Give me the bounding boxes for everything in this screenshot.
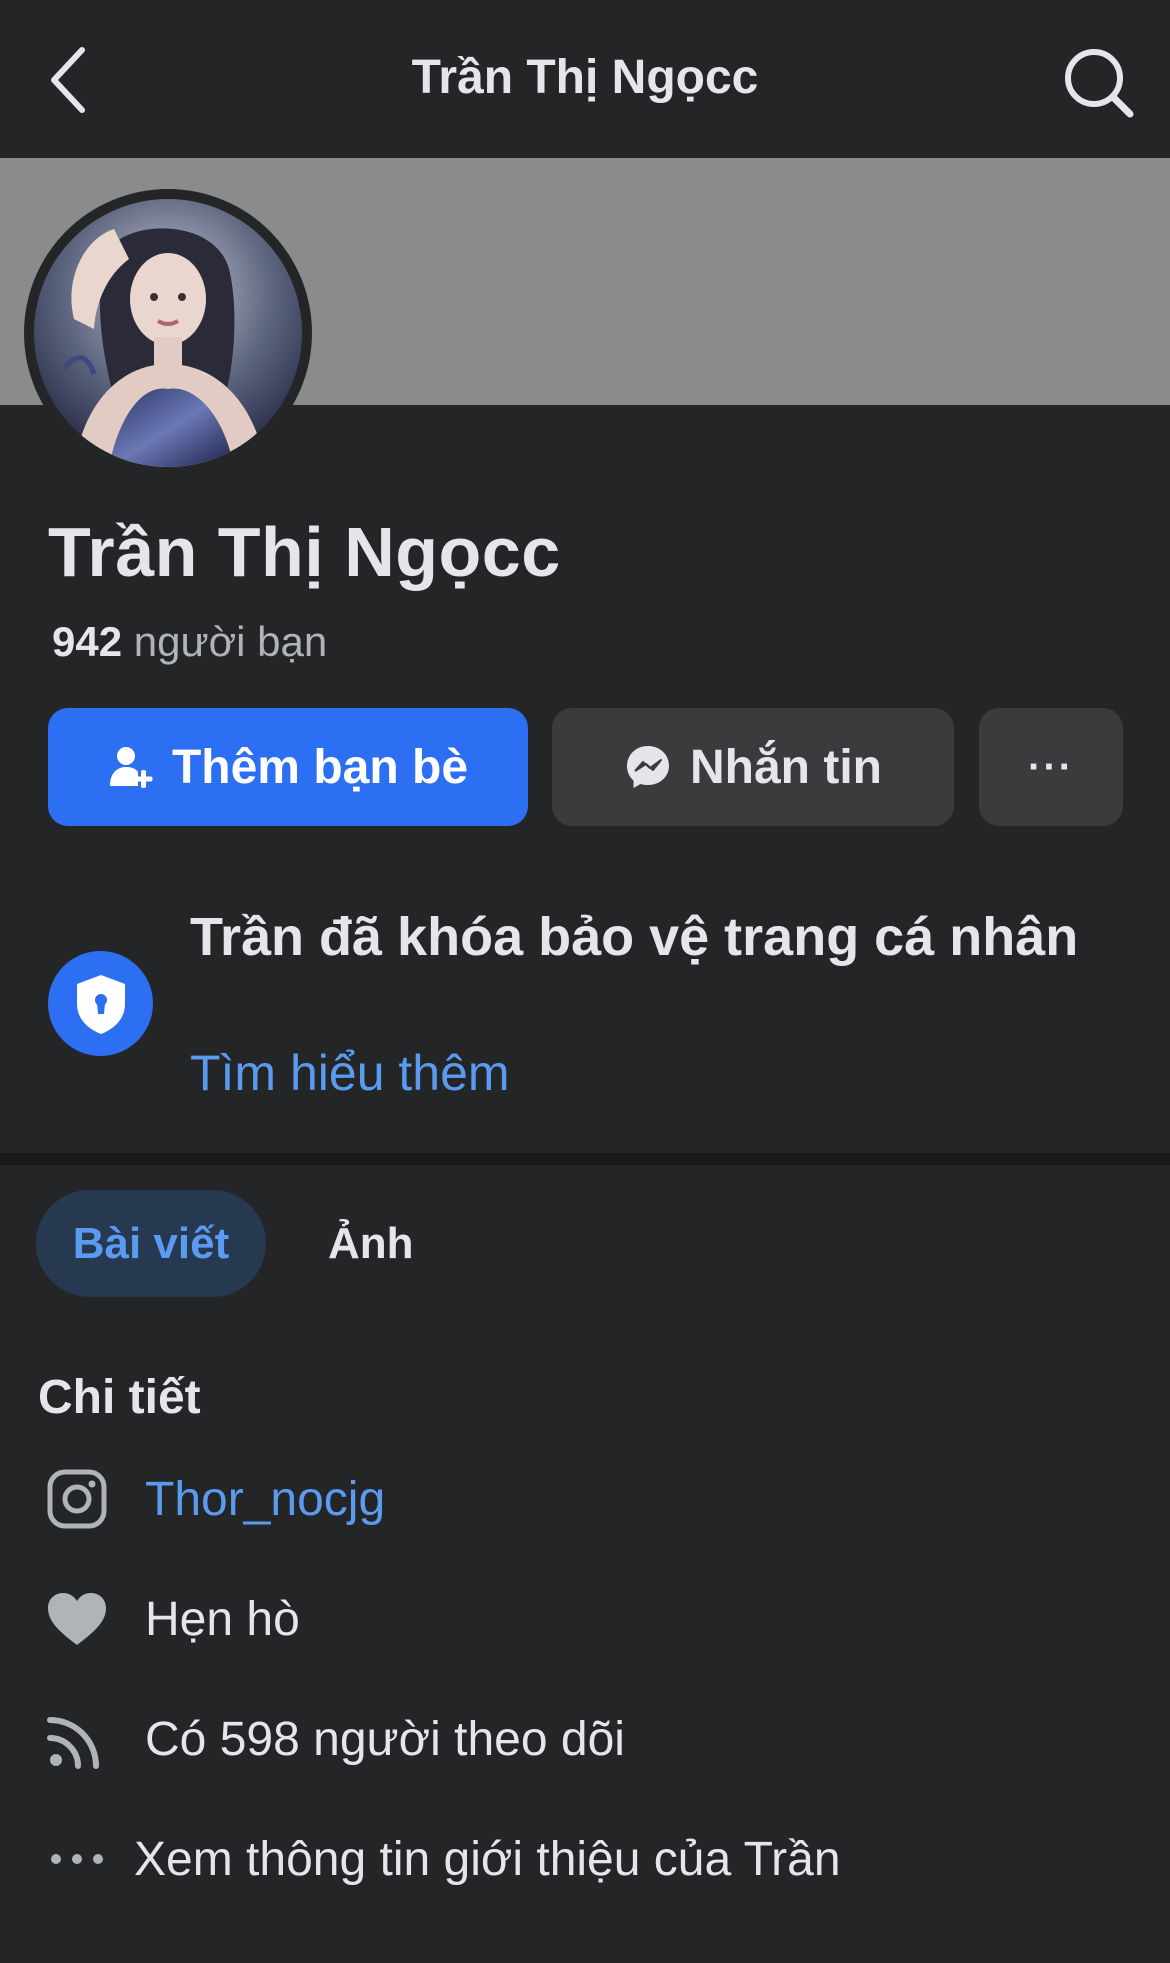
friends-label: người bạn [133, 618, 328, 665]
more-options-button[interactable]: ··· [979, 708, 1123, 826]
instagram-icon [46, 1468, 108, 1530]
details-heading: Chi tiết [38, 1371, 201, 1424]
search-button[interactable] [1060, 44, 1136, 120]
messenger-icon [624, 743, 672, 791]
page-title: Trần Thị Ngọcc [411, 51, 759, 104]
learn-more-link[interactable]: Tìm hiểu thêm [190, 1044, 510, 1102]
add-friend-button[interactable]: Thêm bạn bè [48, 708, 528, 826]
top-bar: Trần Thị Ngọcc [0, 0, 1170, 158]
tab-photos[interactable]: Ảnh [328, 1219, 414, 1269]
profile-lock-title: Trần đã khóa bảo vệ trang cá nhân [190, 907, 1079, 967]
avatar-ring [24, 189, 312, 477]
friends-count[interactable]: 942 người bạn [52, 618, 327, 666]
rss-followers-icon [46, 1708, 108, 1770]
detail-instagram[interactable]: Thor_nocjg [0, 1458, 1170, 1538]
followers-label[interactable]: Có 598 người theo dõi [145, 1712, 625, 1767]
avatar[interactable] [34, 199, 302, 467]
profile-lock-badge [48, 951, 153, 1056]
message-label: Nhắn tin [690, 740, 882, 794]
more-dots-icon [46, 1828, 108, 1890]
dating-label: Hẹn hò [145, 1593, 300, 1646]
shield-icon [76, 974, 125, 1034]
instagram-handle[interactable]: Thor_nocjg [145, 1472, 385, 1527]
detail-dating: Hẹn hò [0, 1578, 1170, 1658]
detail-see-about[interactable]: Xem thông tin giới thiệu của Trần [0, 1818, 1170, 1898]
more-dots-icon: ··· [1028, 744, 1074, 789]
see-about-label[interactable]: Xem thông tin giới thiệu của Trần [134, 1832, 841, 1887]
friends-number: 942 [52, 618, 123, 665]
profile-name: Trần Thị Ngọcc [48, 513, 561, 591]
section-divider [0, 1153, 1170, 1165]
add-friend-label: Thêm bạn bè [171, 740, 469, 794]
heart-icon [46, 1588, 108, 1650]
search-icon [1065, 49, 1134, 118]
detail-followers[interactable]: Có 598 người theo dõi [0, 1698, 1170, 1778]
message-button[interactable]: Nhắn tin [552, 708, 954, 826]
add-person-icon [108, 744, 154, 790]
tab-posts[interactable]: Bài viết [36, 1190, 266, 1297]
